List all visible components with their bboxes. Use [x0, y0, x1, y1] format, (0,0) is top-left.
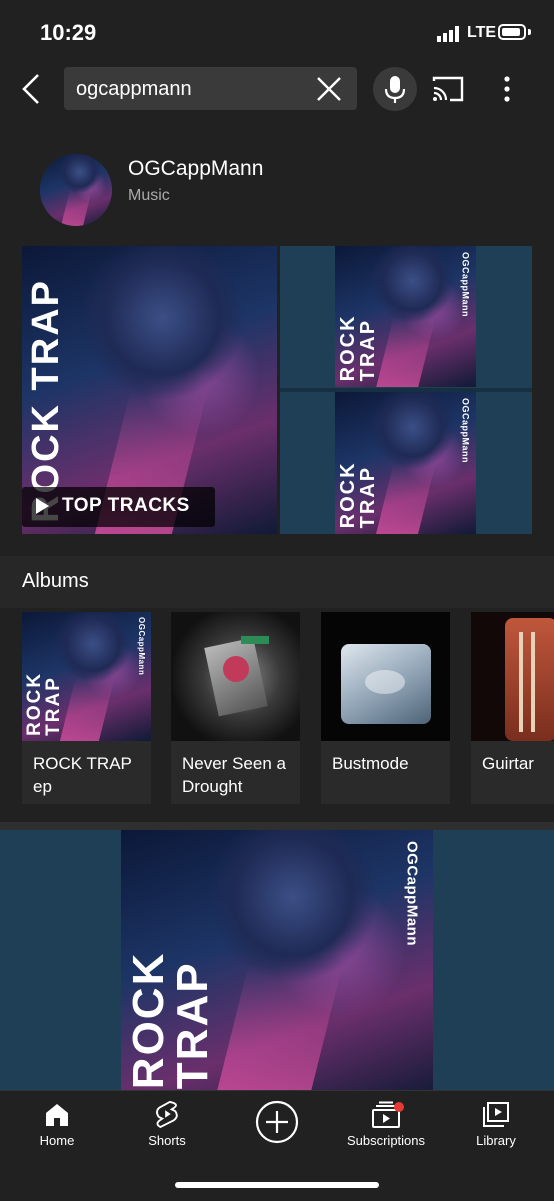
artwork-title-text: ROCK TRAP: [336, 461, 379, 529]
video-thumbnail[interactable]: ROCK TRAP OGCappMann: [0, 830, 554, 1100]
search-query[interactable]: ogcappmann: [76, 78, 192, 101]
album-title: Guirtar: [482, 754, 534, 773]
microphone-icon: [384, 76, 406, 103]
album-title: ROCK TRAP ep: [33, 754, 132, 796]
home-icon: [46, 1104, 68, 1126]
nav-shorts[interactable]: Shorts: [112, 1091, 222, 1161]
status-time: 10:29: [40, 20, 97, 45]
nav-subscriptions[interactable]: Subscriptions: [331, 1091, 441, 1161]
battery-tip: [528, 29, 531, 35]
section-divider: [0, 822, 554, 830]
video-artwork: ROCK TRAP OGCappMann: [121, 830, 433, 1100]
more-options-icon[interactable]: [496, 74, 518, 104]
search-input[interactable]: ogcappmann: [64, 67, 357, 110]
artwork-title-text: ROCK TRAP: [124, 951, 218, 1090]
channel-subtitle: Music: [128, 187, 170, 204]
channel-name[interactable]: OGCappMann: [128, 157, 263, 181]
network-type: LTE: [467, 24, 497, 41]
featured-artwork-top[interactable]: ROCK TRAP OGCappMann: [335, 246, 476, 387]
artwork-credit-text: OGCappMann: [460, 251, 471, 317]
artwork-title-text: ROCK TRAP: [336, 314, 379, 382]
album-cover: [171, 612, 300, 741]
clear-icon[interactable]: [316, 76, 342, 102]
signal-icon: [437, 26, 459, 42]
album-cover: [471, 612, 554, 741]
album-card-rock-trap[interactable]: ROCK TRAP OGCappMann ROCK TRAP ep: [22, 612, 151, 804]
create-button[interactable]: [222, 1091, 332, 1161]
album-title: Bustmode: [332, 754, 409, 773]
artwork-title-text: ROCK TRAP: [25, 278, 68, 523]
channel-avatar[interactable]: [40, 154, 112, 226]
voice-search-button[interactable]: [373, 67, 417, 111]
library-icon: [483, 1102, 509, 1127]
album-title: Never Seen a Drought: [182, 754, 286, 796]
artwork-title-text: ROCK TRAP: [23, 671, 64, 736]
album-card-guirtar[interactable]: Guirtar: [471, 612, 554, 804]
album-cover: [321, 612, 450, 741]
featured-artwork-panel[interactable]: ROCK TRAP OGCappMann ROCK TRAP OGCappMan…: [280, 246, 532, 534]
album-card-bustmode[interactable]: Bustmode: [321, 612, 450, 804]
albums-title: Albums: [22, 570, 89, 592]
play-icon: [36, 498, 49, 514]
artwork-credit-text: OGCappMann: [460, 397, 471, 463]
nav-label: Shorts: [148, 1133, 186, 1148]
home-indicator: [175, 1182, 379, 1188]
back-arrow-icon[interactable]: [18, 72, 48, 106]
featured-artwork-bottom[interactable]: ROCK TRAP OGCappMann: [335, 392, 476, 534]
album-cover: ROCK TRAP OGCappMann: [22, 612, 151, 741]
add-icon: [255, 1100, 299, 1144]
nav-library[interactable]: Library: [441, 1091, 551, 1161]
top-tracks-label: TOP TRACKS: [62, 495, 190, 516]
nav-home[interactable]: Home: [2, 1091, 112, 1161]
nav-label: Library: [476, 1133, 516, 1148]
album-card-never-seen-a-drought[interactable]: Never Seen a Drought: [171, 612, 300, 804]
nav-label: Home: [39, 1133, 75, 1148]
cast-icon[interactable]: [432, 75, 464, 103]
shorts-icon: [156, 1100, 178, 1129]
artwork-credit-text: OGCappMann: [403, 840, 421, 946]
battery-icon: [498, 24, 526, 40]
top-tracks-button[interactable]: TOP TRACKS: [22, 487, 215, 527]
nav-label: Subscriptions: [346, 1133, 426, 1148]
status-bar: 10:29 LTE: [0, 0, 554, 60]
artwork-credit-text: OGCappMann: [136, 617, 146, 676]
notification-dot: [394, 1102, 404, 1112]
